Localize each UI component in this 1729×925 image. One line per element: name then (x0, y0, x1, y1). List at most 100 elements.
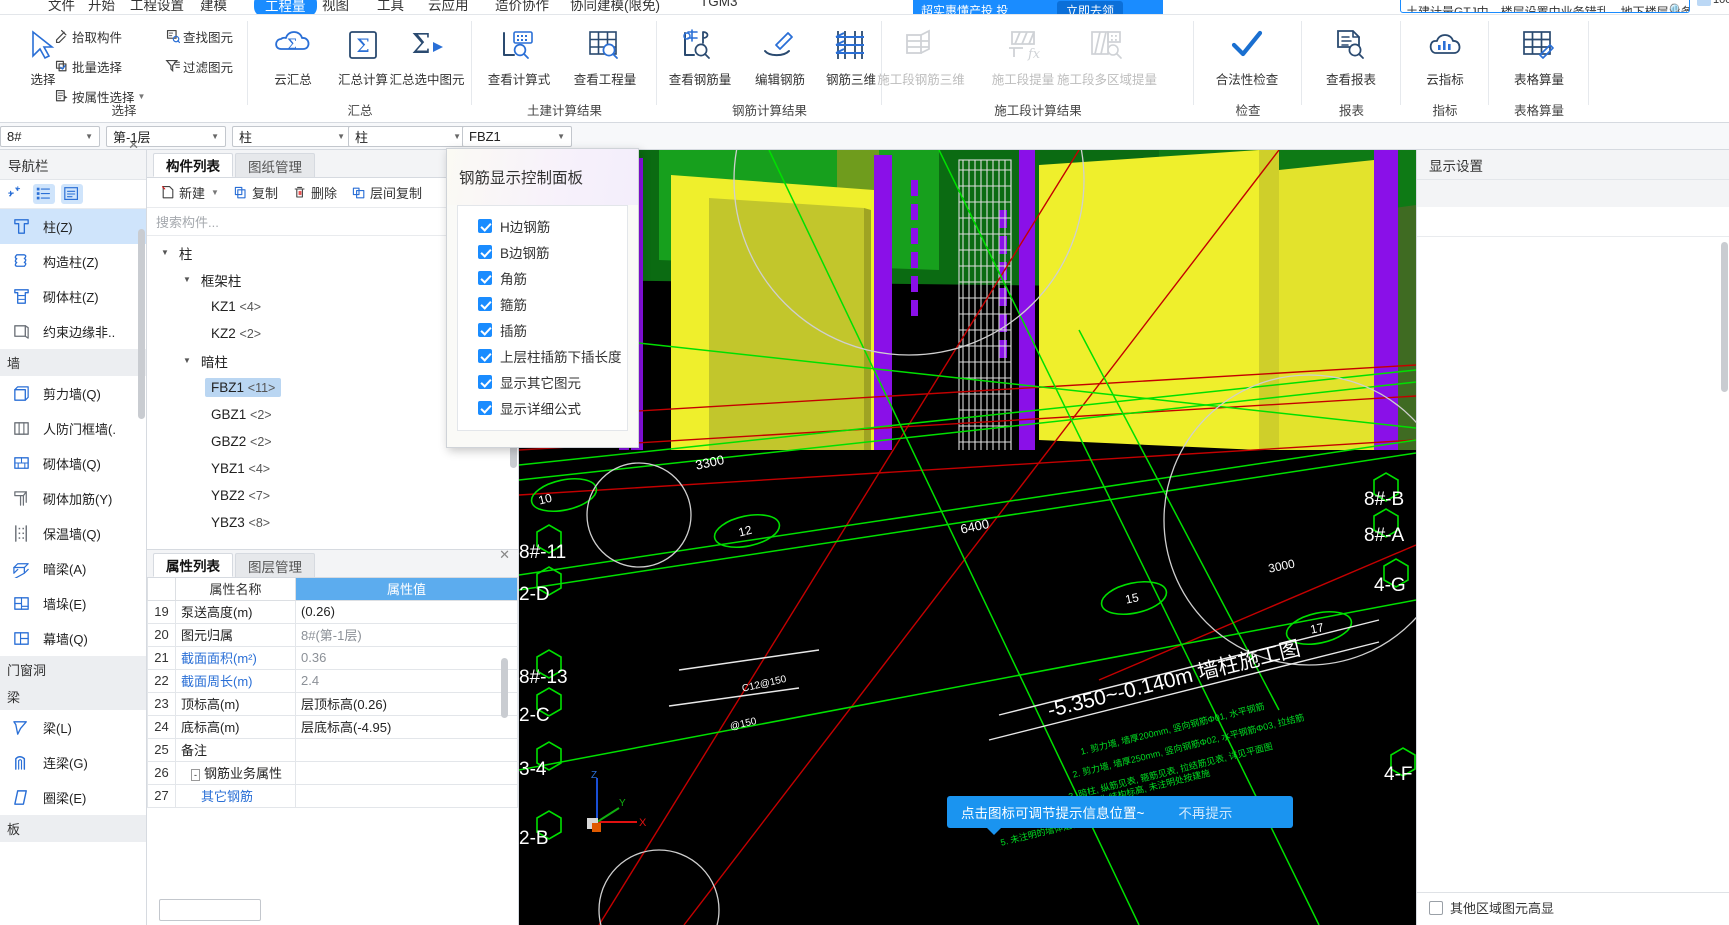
checkbox[interactable] (478, 219, 492, 233)
menu-item-9[interactable]: 协同建模(限免) (570, 0, 660, 14)
component-tree-node[interactable]: YBZ1 <4> (147, 455, 518, 482)
ribbon-button-view-rebar-qty[interactable]: 查看钢筋量 (663, 21, 737, 88)
chevron-down-icon[interactable]: ▼ (161, 248, 169, 257)
menu-item-3[interactable]: 建模 (200, 0, 227, 14)
nav-item-6[interactable]: 人防门框墙(. (0, 411, 146, 446)
ribbon-button-view-quantity[interactable]: 查看工程量 (568, 21, 642, 88)
chevron-down-icon[interactable]: ▼ (183, 356, 191, 365)
viewport-tip-dismiss[interactable]: 不再提示 (1178, 802, 1232, 822)
properties-row[interactable]: 20 图元归属 8#(第-1层) (147, 622, 518, 647)
rebar-option-6[interactable]: 显示其它图元 (458, 369, 627, 395)
model-viewport[interactable]: 3300 6400 10 12 15 17 3000 8#-11 2-D 8#-13 2-C 3-4 2… (519, 150, 1416, 925)
ribbon-button-find-element[interactable]: 查找图元 (163, 25, 233, 47)
menu-item-7[interactable]: 云应用 (428, 0, 469, 14)
properties-row[interactable]: 23 顶标高(m) 层顶标高(0.26) (147, 691, 518, 716)
ribbon-button-batch-select[interactable]: 批量选择 (52, 55, 122, 77)
ribbon-button-table-calc[interactable]: 表格算量 (1502, 21, 1576, 88)
selector-combo-4[interactable]: FBZ1 ▼ (462, 126, 572, 147)
properties-row[interactable]: 22 截面周长(m) 2.4 (147, 668, 518, 693)
checkbox[interactable] (478, 349, 492, 363)
checkbox[interactable] (478, 401, 492, 415)
nav-item-5[interactable]: 剪力墙(Q) (0, 376, 146, 411)
component-tab-1[interactable]: 图纸管理 (235, 153, 315, 177)
nav-item-1[interactable]: 构造柱(Z) (0, 244, 146, 279)
checkbox[interactable] (478, 375, 492, 389)
properties-action-button[interactable] (159, 899, 261, 921)
menu-item-6[interactable]: 工具 (377, 0, 404, 14)
search-icon[interactable]: 🔍 (1669, 3, 1684, 12)
nav-item-17[interactable]: 圈梁(E) (0, 780, 146, 815)
chevron-down-icon[interactable]: ▼ (555, 132, 571, 141)
menu-item-8[interactable]: 造价协作 (495, 0, 549, 14)
nav-item-10[interactable]: 暗梁(A) (0, 551, 146, 586)
component-tree-node[interactable]: YBZ2 <7> (147, 482, 518, 509)
checkbox[interactable] (478, 323, 492, 337)
rebar-option-3[interactable]: 箍筋 (458, 291, 627, 317)
properties-row[interactable]: 26- 钢筋业务属性 (147, 760, 518, 785)
ribbon-button-cloud-chart[interactable]: 云指标 (1408, 21, 1482, 88)
ribbon-button-edit-rebar[interactable]: 编辑钢筋 (743, 21, 817, 88)
promo-banner-button[interactable]: 立即去领 (1057, 1, 1124, 14)
component-tree-node[interactable]: YBZ3 <8> (147, 509, 518, 536)
rebar-option-2[interactable]: 角筋 (458, 265, 627, 291)
nav-item-2[interactable]: 砌体柱(Z) (0, 279, 146, 314)
promo-banner[interactable]: 超实惠懂产投 投 立即去领 (913, 0, 1163, 14)
chevron-down-icon[interactable]: ▼ (211, 188, 219, 197)
properties-row[interactable]: 27 其它钢筋 (147, 783, 518, 808)
nav-view-button-add-star[interactable] (5, 184, 27, 204)
menu-item-10[interactable]: TGM3 (700, 0, 738, 9)
nav-item-11[interactable]: 墙垛(E) (0, 586, 146, 621)
rebar-option-5[interactable]: 上层柱插筋下插长度 (458, 343, 627, 369)
selector-combo-0[interactable]: 8# ▼ (0, 126, 100, 147)
nav-item-3[interactable]: 约束边缘非.. (0, 314, 146, 349)
user-chip[interactable]: 10055 (1697, 0, 1729, 6)
properties-row-value[interactable] (295, 760, 518, 785)
properties-tab-1[interactable]: 图层管理 (235, 553, 315, 577)
properties-row[interactable]: 21 截面面积(m²) 0.36 (147, 645, 518, 670)
chevron-down-icon[interactable]: ▼ (183, 275, 191, 284)
ribbon-button-view-report[interactable]: 查看报表 (1314, 21, 1388, 88)
rebar-option-0[interactable]: H边钢筋 (458, 213, 627, 239)
nav-item-9[interactable]: 保温墙(Q) (0, 516, 146, 551)
close-icon[interactable]: ✕ (499, 547, 510, 563)
properties-row-value[interactable]: 8#(第-1层) (295, 622, 518, 647)
nav-view-button-detail-view[interactable] (61, 184, 83, 204)
other-area-highlight-checkbox[interactable] (1429, 900, 1443, 915)
properties-row-value[interactable]: 2.4 (295, 668, 518, 693)
nav-item-8[interactable]: 砌体加筋(Y) (0, 481, 146, 516)
component-tool-trash[interactable]: 删除 (287, 181, 342, 204)
properties-tab-0[interactable]: 属性列表 (153, 553, 233, 577)
close-icon[interactable]: ✕ (128, 137, 139, 153)
scrollbar-thumb[interactable] (138, 229, 145, 419)
properties-row[interactable]: 25 备注 (147, 737, 518, 762)
ribbon-button-cloud-sum[interactable]: Σ 云汇总 (256, 21, 330, 88)
selector-combo-1[interactable]: 第-1层 ▼ (106, 126, 226, 147)
chevron-down-icon[interactable]: ▼ (83, 132, 99, 141)
chevron-down-icon[interactable]: ▼ (209, 132, 225, 141)
properties-row[interactable]: 19 泵送高度(m) (0.26) (147, 599, 518, 624)
checkbox[interactable] (478, 271, 492, 285)
component-tool-new-file[interactable]: 新建 ▼ (155, 181, 224, 204)
ribbon-button-pick-component[interactable]: 拾取构件 (52, 25, 122, 47)
expander-icon[interactable]: - (191, 769, 200, 781)
ribbon-button-sigma-arrow[interactable]: Σ 汇总选中图元 (377, 21, 477, 88)
rebar-option-1[interactable]: B边钢筋 (458, 239, 627, 265)
ribbon-button-check-mark[interactable]: 合法性检查 (1210, 21, 1284, 88)
checkbox[interactable] (478, 297, 492, 311)
properties-row[interactable]: 24 底标高(m) 层底标高(-4.95) (147, 714, 518, 739)
menu-item-0[interactable]: 文件 (48, 0, 75, 14)
component-tab-0[interactable]: 构件列表 (153, 153, 233, 177)
rebar-display-control-dialog[interactable]: 钢筋显示控制面板 H边钢筋 B边钢筋 角筋 箍筋 插筋 上层柱插筋下插长度 显示其它图元 显示… (446, 148, 639, 448)
nav-item-12[interactable]: 幕墙(Q) (0, 621, 146, 656)
nav-item-7[interactable]: 砌体墙(Q) (0, 446, 146, 481)
rebar-option-7[interactable]: 显示详细公式 (458, 395, 627, 421)
rebar-option-4[interactable]: 插筋 (458, 317, 627, 343)
menu-item-1[interactable]: 开始 (88, 0, 115, 14)
scrollbar-thumb[interactable] (501, 658, 508, 718)
ribbon-button-filter-element[interactable]: 过滤图元 (163, 55, 233, 77)
menu-item-2[interactable]: 工程设置 (130, 0, 184, 14)
nav-item-0[interactable]: 柱(Z) (0, 209, 146, 244)
nav-item-16[interactable]: 连梁(G) (0, 745, 146, 780)
component-tool-copy-between-floors[interactable]: 层间复制 (346, 181, 427, 204)
properties-row-value[interactable] (295, 783, 518, 808)
